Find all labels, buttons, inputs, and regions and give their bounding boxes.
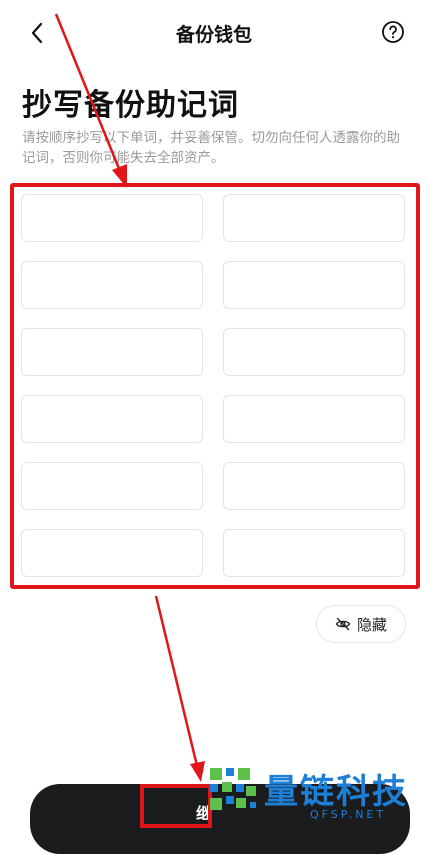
watermark: 量链科技 QFSP.NET [206, 762, 428, 824]
watermark-domain: QFSP.NET [310, 808, 387, 821]
mnemonic-word-cell [21, 194, 203, 242]
hide-mnemonic-button[interactable]: 隐藏 [316, 605, 406, 643]
header-title: 备份钱包 [175, 24, 252, 46]
mnemonic-word-cell [223, 395, 405, 443]
mnemonic-word-cell [21, 261, 203, 309]
page-description: 请按顺序抄写以下单词，并妥善保管。切勿向任何人透露你的助记词，否则你可能失去全部… [22, 130, 400, 166]
question-circle-icon [382, 21, 404, 43]
hide-button-label: 隐藏 [356, 615, 387, 634]
watermark-brand: 量链科技 [264, 772, 408, 812]
mnemonic-word-cell [21, 462, 203, 510]
page-heading: 抄写备份助记词 [22, 88, 239, 123]
annotation-arrowhead-bottom [190, 761, 205, 782]
qr-logo-icon [210, 768, 256, 810]
annotation-arrow-bottom [154, 595, 200, 771]
help-button[interactable] [380, 19, 406, 45]
eye-off-icon [335, 617, 351, 631]
mnemonic-word-cell [223, 194, 405, 242]
mnemonic-word-cell [21, 529, 203, 577]
mnemonic-word-cell [223, 462, 405, 510]
mnemonic-word-cell [223, 328, 405, 376]
mnemonic-word-cell [21, 395, 203, 443]
mnemonic-grid [21, 194, 407, 577]
mnemonic-word-cell [223, 529, 405, 577]
mnemonic-word-cell [223, 261, 405, 309]
mnemonic-word-cell [21, 328, 203, 376]
app-header: 备份钱包 [0, 0, 428, 66]
